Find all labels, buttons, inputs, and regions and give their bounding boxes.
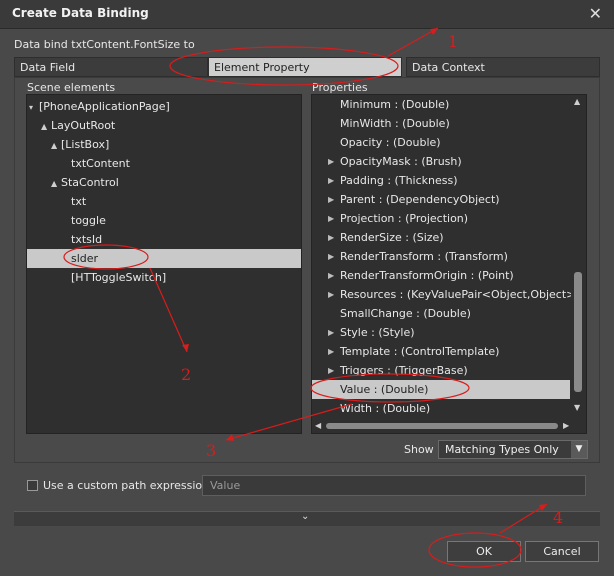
property-item-label: Projection : (Projection)	[340, 212, 469, 225]
expand-arrow-icon[interactable]: ▶	[328, 361, 334, 380]
property-item[interactable]: ▶ RenderTransformOrigin : (Point)	[312, 266, 570, 285]
ok-button[interactable]: OK	[447, 541, 521, 562]
expand-toggle-icon[interactable]: ▲	[51, 174, 61, 193]
property-item-label: Template : (ControlTemplate)	[340, 345, 500, 358]
property-item-label: Width : (Double)	[340, 402, 431, 415]
show-filter-dropdown[interactable]: Matching Types Only ▼	[438, 440, 588, 459]
expand-arrow-icon[interactable]: ▶	[328, 285, 334, 304]
scene-elements-label: Scene elements	[27, 81, 116, 94]
show-label: Show	[404, 443, 434, 456]
property-item-label: Value : (Double)	[340, 383, 429, 396]
scene-tree-item-label: [PhoneApplicationPage]	[39, 100, 170, 113]
close-icon[interactable]: ✕	[589, 4, 602, 23]
property-item-label: Parent : (DependencyObject)	[340, 193, 500, 206]
chevron-down-icon: ⌄	[301, 511, 310, 522]
scene-elements-tree[interactable]: ▾ [PhoneApplicationPage] ▲ LayOutRoot ▲ [List…	[26, 94, 302, 434]
window-title: Create Data Binding	[12, 6, 149, 20]
property-item[interactable]: ▶ Template : (ControlTemplate)	[312, 342, 570, 361]
scene-tree-item-label: toggle	[71, 214, 106, 227]
more-options-expander[interactable]: ⌄	[14, 511, 600, 526]
property-item[interactable]: ▶ RenderSize : (Size)	[312, 228, 570, 247]
scene-tree-item-label: slder	[71, 252, 99, 265]
expand-arrow-icon[interactable]: ▶	[328, 209, 334, 228]
expand-toggle-icon[interactable]: ▲	[41, 117, 51, 136]
chevron-down-icon[interactable]: ▼	[571, 441, 587, 458]
properties-scrollbar-thumb[interactable]	[574, 272, 582, 392]
cancel-button[interactable]: Cancel	[525, 541, 599, 562]
property-item[interactable]: Value : (Double)	[312, 380, 570, 399]
property-item-label: SmallChange : (Double)	[340, 307, 471, 320]
property-item[interactable]: ▶ RenderTransform : (Transform)	[312, 247, 570, 266]
tab-data-context[interactable]: Data Context	[406, 57, 600, 77]
property-item[interactable]: Width : (Double)	[312, 399, 570, 418]
expand-arrow-icon[interactable]: ▶	[328, 247, 334, 266]
title-bar: Create Data Binding ✕	[0, 0, 614, 29]
property-item-label: Resources : (KeyValuePair<Object,Object>…	[340, 288, 580, 301]
property-item[interactable]: ▶ OpacityMask : (Brush)	[312, 152, 570, 171]
scene-tree-item[interactable]: ▲ [ListBox]	[27, 135, 301, 155]
properties-horizontal-scrollbar-thumb[interactable]	[326, 423, 558, 429]
property-item[interactable]: ▶ Projection : (Projection)	[312, 209, 570, 228]
property-item-label: Padding : (Thickness)	[340, 174, 458, 187]
tab-element-property[interactable]: Element Property	[208, 57, 402, 77]
expand-arrow-icon[interactable]: ▶	[328, 342, 334, 361]
scene-tree-item[interactable]: ▲ LayOutRoot	[27, 116, 301, 136]
scene-tree-item-label: txtsId	[71, 233, 103, 246]
scene-tree-item[interactable]: ▲ StaControl	[27, 173, 301, 193]
scene-tree-item[interactable]: txtContent	[27, 154, 301, 173]
property-item[interactable]: SmallChange : (Double)	[312, 304, 570, 323]
scene-tree-item-label: StaControl	[61, 176, 119, 189]
property-item[interactable]: Opacity : (Double)	[312, 133, 570, 152]
scroll-down-icon[interactable]: ▼	[574, 403, 580, 412]
property-item[interactable]: ▶ Style : (Style)	[312, 323, 570, 342]
property-item-label: MinWidth : (Double)	[340, 117, 450, 130]
tab-strip: Data Field Element Property Data Context	[14, 57, 600, 77]
property-item-label: Minimum : (Double)	[340, 98, 450, 111]
property-item[interactable]: ▶ Parent : (DependencyObject)	[312, 190, 570, 209]
expand-arrow-icon[interactable]: ▶	[328, 171, 334, 190]
scroll-left-icon[interactable]: ◀	[315, 421, 321, 430]
property-item[interactable]: ▶ Triggers : (TriggerBase)	[312, 361, 570, 380]
scroll-up-icon[interactable]: ▲	[574, 97, 580, 106]
property-item-label: Triggers : (TriggerBase)	[340, 364, 468, 377]
properties-list[interactable]: Minimum : (Double) MinWidth : (Double) Opa…	[311, 94, 587, 434]
expand-arrow-icon[interactable]: ▶	[328, 190, 334, 209]
scene-tree-item[interactable]: toggle	[27, 211, 301, 230]
property-item-label: Opacity : (Double)	[340, 136, 441, 149]
scene-tree-item[interactable]: txtsId	[27, 230, 301, 249]
scene-tree-item-label: [ListBox]	[61, 138, 110, 151]
property-item-label: OpacityMask : (Brush)	[340, 155, 462, 168]
tab-data-field[interactable]: Data Field	[14, 57, 208, 77]
property-item[interactable]: Minimum : (Double)	[312, 95, 570, 114]
property-item-label: RenderTransform : (Transform)	[340, 250, 508, 263]
scene-tree-item-label: LayOutRoot	[51, 119, 116, 132]
properties-label: Properties	[312, 81, 368, 94]
expand-arrow-icon[interactable]: ▶	[328, 323, 334, 342]
scene-tree-item-label: [HTToggleSwitch]	[71, 271, 167, 284]
property-item[interactable]: ▶ Resources : (KeyValuePair<Object,Object…	[312, 285, 580, 304]
property-item-label: Style : (Style)	[340, 326, 415, 339]
property-item-label: RenderSize : (Size)	[340, 231, 444, 244]
property-item[interactable]: MinWidth : (Double)	[312, 114, 570, 133]
scene-tree-item[interactable]: txt	[27, 192, 301, 211]
custom-path-checkbox[interactable]	[27, 480, 38, 491]
scene-tree-item[interactable]: slder	[27, 249, 301, 268]
scene-tree-item-label: txt	[71, 195, 87, 208]
expand-arrow-icon[interactable]: ▶	[328, 228, 334, 247]
scroll-right-icon[interactable]: ▶	[563, 421, 569, 430]
scene-tree-item[interactable]: [HTToggleSwitch]	[27, 268, 301, 287]
create-data-binding-dialog: Create Data Binding ✕ Data bind txtConte…	[0, 0, 614, 576]
custom-path-input[interactable]	[202, 475, 586, 496]
expand-arrow-icon[interactable]: ▶	[328, 266, 334, 285]
property-item[interactable]: ▶ Padding : (Thickness)	[312, 171, 570, 190]
show-filter-value: Matching Types Only	[445, 443, 559, 456]
binding-target-label: Data bind txtContent.FontSize to	[14, 38, 195, 51]
scene-tree-item-label: txtContent	[71, 157, 130, 170]
property-item-label: RenderTransformOrigin : (Point)	[340, 269, 514, 282]
scene-tree-item[interactable]: ▾ [PhoneApplicationPage]	[27, 97, 301, 117]
expand-arrow-icon[interactable]: ▶	[328, 152, 334, 171]
custom-path-label[interactable]: Use a custom path expression	[43, 479, 209, 492]
expand-toggle-icon[interactable]: ▾	[29, 98, 39, 117]
expand-toggle-icon[interactable]: ▲	[51, 136, 61, 155]
